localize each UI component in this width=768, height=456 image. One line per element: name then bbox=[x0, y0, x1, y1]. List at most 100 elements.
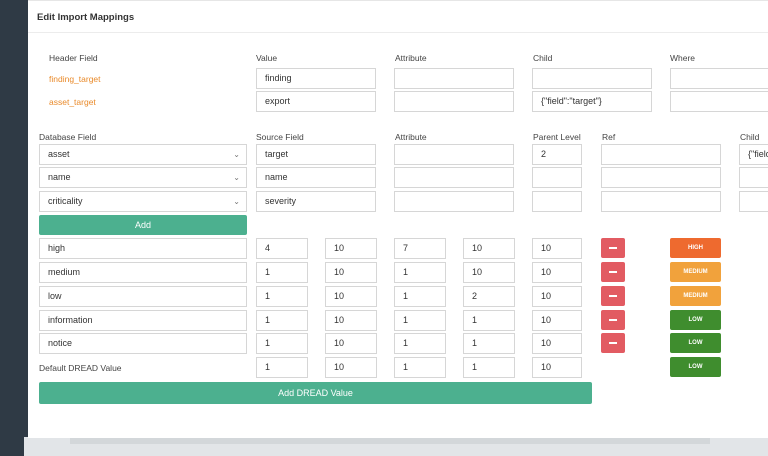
severity-badge: LOW bbox=[670, 357, 721, 377]
minus-icon bbox=[609, 271, 617, 273]
header-value-input[interactable]: export bbox=[256, 91, 376, 112]
header-attribute-input[interactable] bbox=[394, 68, 514, 89]
default-damage-input[interactable]: 1 bbox=[256, 357, 308, 378]
severity-badge: MEDIUM bbox=[670, 262, 721, 282]
col-source-field: Source Field bbox=[256, 132, 304, 142]
dread-discoverability-input[interactable]: 10 bbox=[532, 310, 582, 331]
database-field-select[interactable]: asset ⌄ bbox=[39, 144, 247, 165]
severity-badge: HIGH bbox=[670, 238, 721, 258]
default-affected-users-input[interactable]: 1 bbox=[463, 357, 515, 378]
attribute-input[interactable] bbox=[394, 191, 514, 212]
default-exploitability-input[interactable]: 1 bbox=[394, 357, 446, 378]
header-field-label: finding_target bbox=[49, 74, 101, 84]
severity-badge: MEDIUM bbox=[670, 286, 721, 306]
database-field-select[interactable]: name ⌄ bbox=[39, 167, 247, 188]
dread-reproducibility-input[interactable]: 10 bbox=[325, 333, 377, 354]
ref-input[interactable] bbox=[601, 144, 721, 165]
parent-level-input[interactable]: 2 bbox=[532, 144, 582, 165]
chevron-down-icon: ⌄ bbox=[233, 173, 240, 182]
page-left-edge bbox=[0, 0, 24, 456]
severity-badge: LOW bbox=[670, 310, 721, 330]
severity-badge: LOW bbox=[670, 333, 721, 353]
chevron-down-icon: ⌄ bbox=[233, 150, 240, 159]
col-attribute: Attribute bbox=[395, 132, 427, 142]
source-field-input[interactable]: target bbox=[256, 144, 376, 165]
select-value: asset bbox=[48, 149, 70, 159]
dread-damage-input[interactable]: 4 bbox=[256, 238, 308, 259]
dread-name-input[interactable]: medium bbox=[39, 262, 247, 283]
dread-reproducibility-input[interactable]: 10 bbox=[325, 310, 377, 331]
header-child-input[interactable]: {"field":"target"} bbox=[532, 91, 652, 112]
dread-affected-users-input[interactable]: 1 bbox=[463, 310, 515, 331]
dread-affected-users-input[interactable]: 10 bbox=[463, 238, 515, 259]
default-discoverability-input[interactable]: 10 bbox=[532, 357, 582, 378]
select-value: criticality bbox=[48, 196, 83, 206]
dread-discoverability-input[interactable]: 10 bbox=[532, 238, 582, 259]
database-field-select[interactable]: criticality ⌄ bbox=[39, 191, 247, 212]
dread-exploitability-input[interactable]: 1 bbox=[394, 262, 446, 283]
dread-exploitability-input[interactable]: 1 bbox=[394, 286, 446, 307]
dread-damage-input[interactable]: 1 bbox=[256, 262, 308, 283]
col-parent-level: Parent Level bbox=[533, 132, 581, 142]
dread-name-input[interactable]: notice bbox=[39, 333, 247, 354]
dread-discoverability-input[interactable]: 10 bbox=[532, 262, 582, 283]
col-value: Value bbox=[256, 53, 278, 63]
child-input[interactable]: {"field bbox=[739, 144, 768, 165]
remove-row-button[interactable] bbox=[601, 286, 625, 306]
dread-name-input[interactable]: low bbox=[39, 286, 247, 307]
minus-icon bbox=[609, 247, 617, 249]
divider bbox=[28, 32, 768, 33]
ref-input[interactable] bbox=[601, 167, 721, 188]
dread-damage-input[interactable]: 1 bbox=[256, 310, 308, 331]
header-child-input[interactable] bbox=[532, 68, 652, 89]
child-input[interactable] bbox=[739, 167, 768, 188]
parent-level-input[interactable] bbox=[532, 191, 582, 212]
dread-name-input[interactable]: high bbox=[39, 238, 247, 259]
attribute-input[interactable] bbox=[394, 144, 514, 165]
dread-affected-users-input[interactable]: 1 bbox=[463, 333, 515, 354]
col-header-field: Header Field bbox=[49, 53, 98, 63]
add-mapping-button[interactable]: Add bbox=[39, 215, 247, 235]
default-reproducibility-input[interactable]: 10 bbox=[325, 357, 377, 378]
dread-damage-input[interactable]: 1 bbox=[256, 286, 308, 307]
card-title: Edit Import Mappings bbox=[37, 12, 135, 23]
col-attribute: Attribute bbox=[395, 53, 427, 63]
import-mappings-card: Edit Import Mappings Header Field Value … bbox=[28, 0, 768, 438]
header-where-input[interactable] bbox=[670, 68, 768, 89]
remove-row-button[interactable] bbox=[601, 310, 625, 330]
parent-level-input[interactable] bbox=[532, 167, 582, 188]
source-field-input[interactable]: severity bbox=[256, 191, 376, 212]
child-input[interactable] bbox=[739, 191, 768, 212]
col-where: Where bbox=[670, 53, 696, 63]
dread-discoverability-input[interactable]: 10 bbox=[532, 286, 582, 307]
minus-icon bbox=[609, 319, 617, 321]
ref-input[interactable] bbox=[601, 191, 721, 212]
dread-reproducibility-input[interactable]: 10 bbox=[325, 286, 377, 307]
header-where-input[interactable] bbox=[670, 91, 768, 112]
source-field-input[interactable]: name bbox=[256, 167, 376, 188]
col-child: Child bbox=[533, 53, 553, 63]
dread-discoverability-input[interactable]: 10 bbox=[532, 333, 582, 354]
dread-affected-users-input[interactable]: 2 bbox=[463, 286, 515, 307]
attribute-input[interactable] bbox=[394, 167, 514, 188]
dread-exploitability-input[interactable]: 1 bbox=[394, 333, 446, 354]
col-ref: Ref bbox=[602, 132, 616, 142]
dread-exploitability-input[interactable]: 1 bbox=[394, 310, 446, 331]
dread-damage-input[interactable]: 1 bbox=[256, 333, 308, 354]
remove-row-button[interactable] bbox=[601, 262, 625, 282]
dread-reproducibility-input[interactable]: 10 bbox=[325, 238, 377, 259]
col-database-field: Database Field bbox=[39, 132, 97, 142]
header-attribute-input[interactable] bbox=[394, 91, 514, 112]
header-value-input[interactable]: finding bbox=[256, 68, 376, 89]
dread-name-input[interactable]: information bbox=[39, 310, 247, 331]
minus-icon bbox=[609, 342, 617, 344]
remove-row-button[interactable] bbox=[601, 333, 625, 353]
chevron-down-icon: ⌄ bbox=[233, 197, 240, 206]
header-field-label: asset_target bbox=[49, 97, 96, 107]
dread-reproducibility-input[interactable]: 10 bbox=[325, 262, 377, 283]
add-dread-value-button[interactable]: Add DREAD Value bbox=[39, 382, 592, 404]
remove-row-button[interactable] bbox=[601, 238, 625, 258]
dread-exploitability-input[interactable]: 7 bbox=[394, 238, 446, 259]
card-shadow bbox=[70, 437, 710, 444]
dread-affected-users-input[interactable]: 10 bbox=[463, 262, 515, 283]
